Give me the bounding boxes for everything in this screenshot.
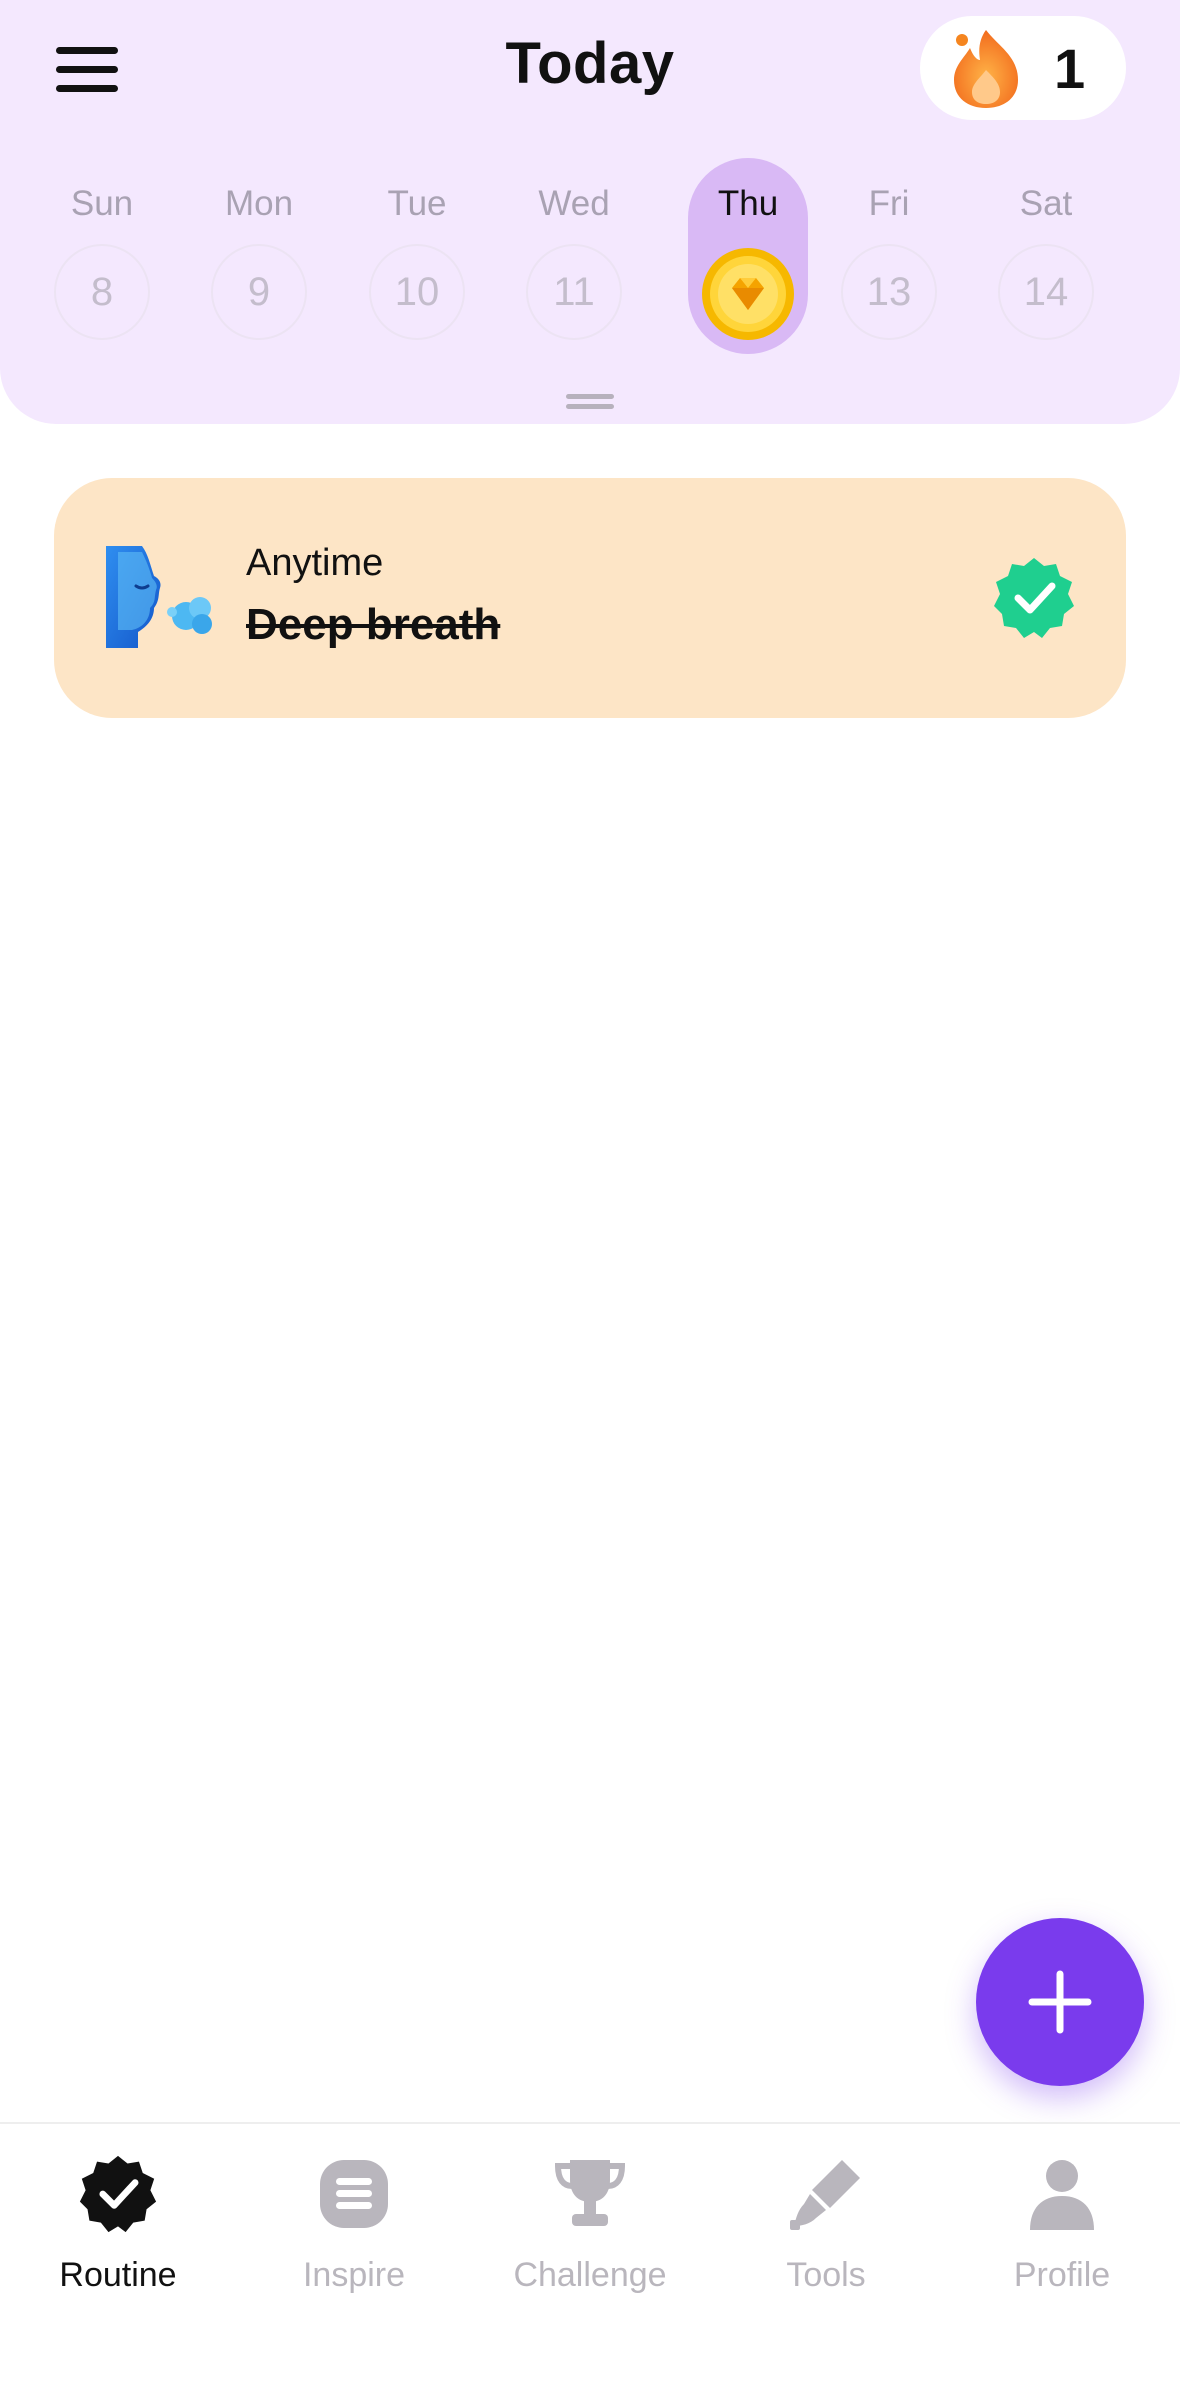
bottom-navigation: Routine Inspire Challenge Tools Profile [0,2122,1180,2396]
gem-coin-icon [702,248,794,340]
habit-card[interactable]: Anytime Deep breath [54,478,1126,718]
deep-breath-icon [106,546,212,648]
nav-profile[interactable]: Profile [944,2154,1180,2294]
nav-inspire[interactable]: Inspire [236,2154,472,2294]
day-tue[interactable]: Tue 10 [357,158,477,354]
person-icon [1030,2160,1094,2230]
streak-badge[interactable]: 1 [920,16,1126,120]
day-thu[interactable]: Thu [688,158,808,354]
habit-time: Anytime [246,542,384,584]
day-sun[interactable]: Sun 8 [42,158,162,354]
nav-routine[interactable]: Routine [0,2154,236,2294]
add-habit-button[interactable] [976,1918,1144,2086]
day-wed[interactable]: Wed 11 [514,158,634,354]
streak-count: 1 [1054,36,1086,100]
drag-handle[interactable] [566,394,614,410]
day-sat[interactable]: Sat 14 [986,158,1106,354]
plus-icon [1028,1970,1092,2034]
week-selector: Sun 8 Mon 9 Tue 10 Wed 11 Thu Fri 13 Sat… [42,158,1142,354]
flame-icon [954,30,1018,108]
day-mon[interactable]: Mon 9 [199,158,319,354]
nav-tools[interactable]: Tools [708,2154,944,2294]
brush-icon [790,2160,860,2230]
day-fri[interactable]: Fri 13 [829,158,949,354]
header: Today 1 Sun 8 Mon 9 Tue 10 Wed 11 Thu Fr… [0,0,1180,424]
habit-name: Deep breath [246,600,501,649]
completed-check-icon[interactable] [992,556,1076,640]
trophy-icon [554,2160,626,2226]
list-icon [320,2160,388,2228]
nav-challenge[interactable]: Challenge [472,2154,708,2294]
badge-check-icon [79,2155,157,2233]
